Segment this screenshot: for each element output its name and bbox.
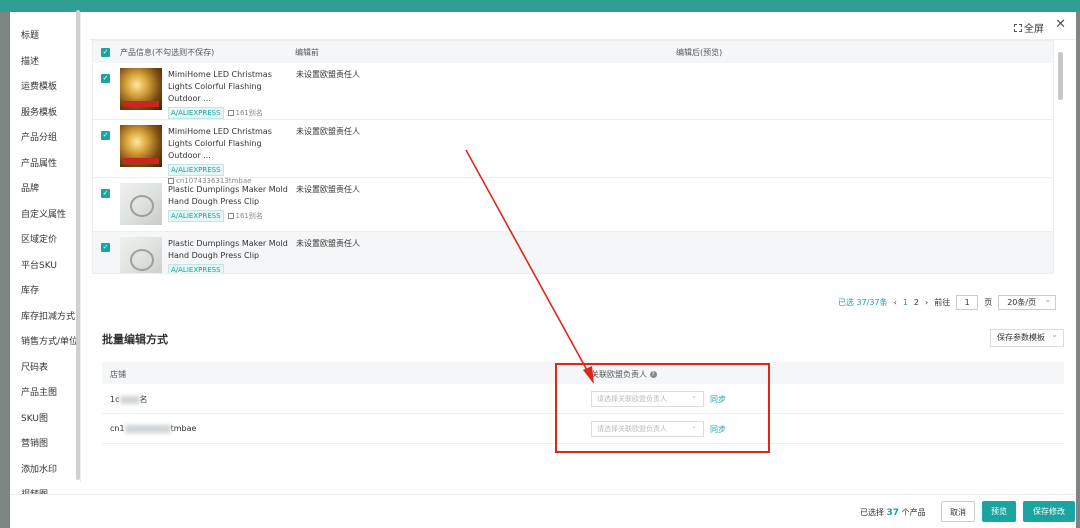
watermark-text: 大数跨境 <box>40 500 108 520</box>
save-changes-button[interactable]: 保存修改 <box>1023 501 1075 522</box>
preview-button[interactable]: 预览 <box>982 501 1016 522</box>
modal-footer: 已选择 37 个产品 取消 预览 保存修改 <box>10 494 1076 528</box>
cancel-button[interactable]: 取消 <box>941 501 975 522</box>
selected-suffix: 个产品 <box>901 508 926 517</box>
selected-prefix: 已选择 <box>860 508 884 517</box>
annotation-arrow <box>465 149 594 384</box>
watermark-logo-icon <box>10 496 36 519</box>
footer-selected: 已选择 37 个产品 <box>860 507 926 518</box>
watermark: 大数跨境 <box>10 495 108 520</box>
selected-count-number: 37 <box>886 508 900 518</box>
